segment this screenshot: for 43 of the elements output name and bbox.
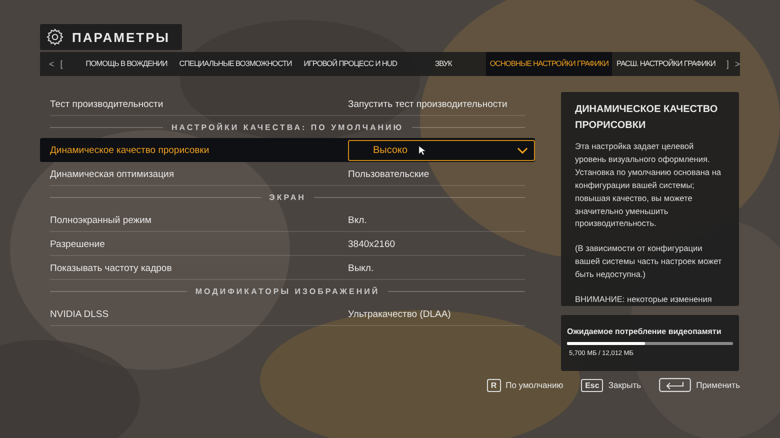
setting-row[interactable]: Динамическая оптимизация Пользовательские [40, 162, 535, 186]
section-heading: ЭКРАН [269, 192, 306, 202]
hint-label[interactable]: Применить [696, 380, 740, 390]
dropdown[interactable]: Высоко [348, 140, 535, 160]
setting-label: Показывать частоту кадров [50, 262, 173, 274]
setting-label: Динамическая оптимизация [50, 168, 175, 180]
setting-row[interactable]: Тест производительности Запустить тест производительности [40, 92, 535, 116]
memory-label: Ожидаемое потребление видеопамяти [567, 327, 722, 336]
settings-icon [46, 28, 64, 46]
setting-label: Полноэкранный режим [50, 214, 152, 226]
previous-arrow[interactable]: < [46, 59, 58, 69]
setting-row[interactable]: NVIDIA DLSS Ультракачество (DLAA) [40, 302, 535, 326]
key-badge: R [486, 378, 501, 392]
info-text: Эта настройка задает целевой уровень визуального оформления. Установка по умолчанию основана на конфигурации вашей системы; повышая качество, вы можете значительно уменьшить производительность. [575, 140, 722, 230]
setting-row[interactable]: Полноэкранный режим Вкл. [40, 208, 535, 232]
info-text: ВНИМАНИЕ: некоторые изменения [575, 293, 713, 306]
hint-label[interactable]: По умолчанию [506, 380, 564, 390]
page-title: ПАРАМЕТРЫ [72, 30, 170, 44]
setting-label: Разрешение [50, 238, 106, 250]
setting-value[interactable]: Выкл. [348, 262, 374, 274]
enter-key-icon [659, 378, 692, 392]
chevron-icon [517, 146, 528, 154]
setting-row[interactable]: Динамическое качество прорисовки Высоко [40, 138, 535, 162]
setting-value[interactable]: Ультракачество (DLAA) [348, 308, 451, 320]
bracket: ] [725, 59, 730, 69]
setting-value[interactable]: Вкл. [348, 214, 367, 226]
info-title: ДИНАМИЧЕСКОЕ КАЧЕСТВО ПРОРИСОВКИ [575, 103, 719, 133]
section-heading: МОДИФИКАТОРЫ ИЗОБРАЖЕНИЙ [195, 286, 380, 296]
setting-label: Динамическое качество прорисовки [50, 144, 210, 156]
section-heading: НАСТРОЙКИ КАЧЕСТВА: ПО УМОЛЧАНИЮ [171, 122, 404, 132]
info-text: (В зависимости от конфигурации вашей системы часть настроек может быть недоступна.) [575, 242, 723, 282]
cursor-icon [418, 144, 426, 156]
next-arrow[interactable]: > [732, 59, 744, 69]
hint-label[interactable]: Закрыть [608, 380, 642, 390]
setting-value[interactable]: Запустить тест производительности [348, 98, 508, 110]
setting-row[interactable]: Показывать частоту кадров Выкл. [40, 256, 535, 280]
setting-row[interactable]: Разрешение 3840x2160 [40, 232, 535, 256]
setting-value[interactable]: 3840x2160 [348, 238, 396, 250]
key-badge: Esc [581, 378, 604, 392]
setting-label: Тест производительности [50, 98, 164, 110]
bracket: [ [59, 59, 64, 69]
setting-label: NVIDIA DLSS [50, 308, 110, 320]
setting-value[interactable]: Пользовательские [348, 168, 430, 180]
